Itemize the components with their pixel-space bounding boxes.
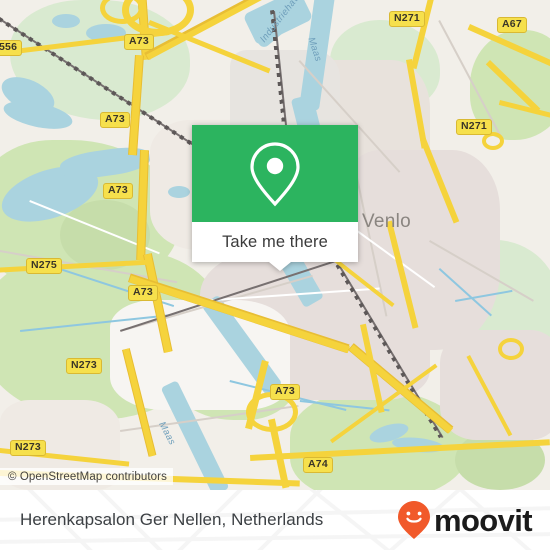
road-shield-a73: A73 <box>103 183 133 199</box>
location-popup[interactable]: Take me there <box>192 125 358 271</box>
moovit-logo[interactable]: moovit <box>396 500 533 540</box>
road-shield-a74: A74 <box>303 457 333 473</box>
attribution-text: © OpenStreetMap contributors <box>8 470 167 483</box>
page-title: Herenkapsalon Ger Nellen, Netherlands <box>20 510 324 529</box>
popup-cta[interactable]: Take me there <box>192 222 358 262</box>
road-shield-n273: N273 <box>66 358 102 374</box>
popup-tail <box>269 262 291 271</box>
road-shield-a67: A67 <box>497 17 527 33</box>
map-pin-icon <box>250 141 300 206</box>
map-canvas[interactable]: Venlo Maas Industriehaven Maas 556 A73 N271 A6… <box>0 0 550 490</box>
road-shield-a73: A73 <box>128 285 158 301</box>
popup-header <box>192 125 358 222</box>
moovit-wordmark: moovit <box>433 502 533 538</box>
map-attribution[interactable]: © OpenStreetMap contributors <box>0 468 173 485</box>
road-shield-a73: A73 <box>124 34 154 50</box>
road-shield-n275: N275 <box>26 258 62 274</box>
popup-cta-label: Take me there <box>222 232 328 251</box>
moovit-map-page: Venlo Maas Industriehaven Maas 556 A73 N271 A6… <box>0 0 550 550</box>
road-shield-n273: N273 <box>10 440 46 456</box>
road-shield-n271: N271 <box>389 11 425 27</box>
road-shield-556: 556 <box>0 40 23 56</box>
road-shield-n271: N271 <box>456 119 492 135</box>
road-shield-a73: A73 <box>100 112 130 128</box>
road-shield-a73: A73 <box>270 384 300 400</box>
moovit-smiley-pin-icon <box>397 501 430 539</box>
footer-bar: Herenkapsalon Ger Nellen, Netherlands mo… <box>0 490 550 550</box>
